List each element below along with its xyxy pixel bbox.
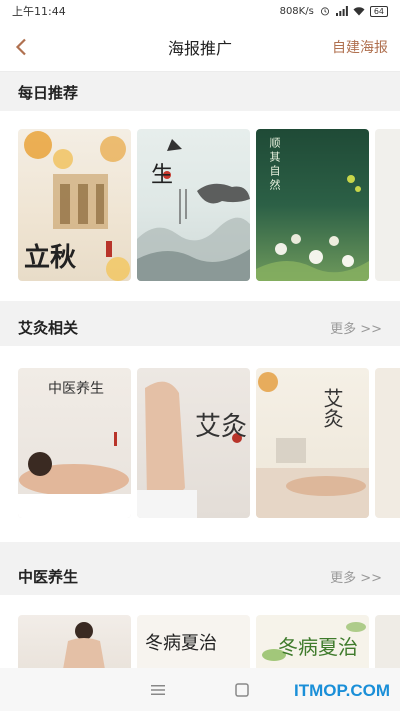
poster-text: 冬病夏治 xyxy=(145,633,217,654)
poster-natural[interactable]: 顺其自然 xyxy=(256,129,369,281)
poster-text: 立秋 xyxy=(24,243,77,273)
poster-liqiu[interactable]: 立秋 xyxy=(18,129,131,281)
status-bar: 上午11:44 808K/s 64 xyxy=(0,0,400,22)
poster-tcm-2[interactable]: 冬病夏治 xyxy=(137,615,250,668)
more-link-tcm[interactable]: 更多 >> xyxy=(330,567,382,586)
poster-tcm-1[interactable] xyxy=(18,615,131,668)
poster-text: 顺其自然 xyxy=(268,137,281,193)
page-title: 海报推广 xyxy=(167,38,232,58)
poster-text: 艾灸 xyxy=(195,412,248,442)
poster-moxa-1[interactable]: 中医养生 xyxy=(18,368,131,518)
status-time: 上午11:44 xyxy=(12,5,66,18)
section-header-daily: 每日推荐 xyxy=(0,73,400,111)
poster-tcm-3[interactable]: 冬病夏治 xyxy=(256,615,369,668)
home-icon[interactable] xyxy=(235,682,249,697)
status-icons: 808K/s 64 xyxy=(279,5,388,17)
poster-partial[interactable] xyxy=(375,129,400,281)
poster-row-daily: 立秋 生 顺其自然 xyxy=(0,111,400,301)
poster-moxa-3[interactable]: 艾灸 xyxy=(256,368,369,518)
alarm-icon xyxy=(320,7,329,16)
section-title: 中医养生 xyxy=(18,567,79,586)
menu-icon[interactable] xyxy=(151,684,165,696)
section-header-moxa: 艾灸相关 更多 >> xyxy=(0,308,400,346)
poster-row-tcm: 冬病夏治 冬病夏治 xyxy=(0,595,400,668)
section-header-tcm: 中医养生 更多 >> xyxy=(0,557,400,595)
poster-row-moxa: 中医养生 艾灸 艾灸 xyxy=(0,346,400,542)
poster-text: 生 xyxy=(151,163,174,188)
watermark: ITMOP.COM xyxy=(293,681,390,700)
section-title: 艾灸相关 xyxy=(18,318,79,337)
network-speed: 808K/s xyxy=(279,5,314,17)
poster-text: 艾灸 xyxy=(320,388,344,428)
spa-illustration xyxy=(256,372,369,518)
chevron-left-icon xyxy=(15,38,26,56)
back-button[interactable] xyxy=(6,30,36,64)
section-title: 每日推荐 xyxy=(18,83,79,102)
woman-back-illustration xyxy=(137,381,242,518)
signal-icon xyxy=(335,6,348,16)
poster-text: 中医养生 xyxy=(48,381,104,397)
wifi-icon xyxy=(353,7,365,16)
ink-mountain-illustration xyxy=(137,139,250,281)
woman-back-illustration xyxy=(63,622,105,668)
poster-partial[interactable] xyxy=(375,615,400,668)
create-poster-button[interactable]: 自建海报 xyxy=(332,37,388,57)
poster-moxa-2[interactable]: 艾灸 xyxy=(137,368,250,518)
poster-ink-landscape[interactable]: 生 xyxy=(137,129,250,281)
nav-bar: 海报推广 自建海报 xyxy=(0,22,400,72)
battery-icon: 64 xyxy=(369,5,388,17)
poster-partial[interactable] xyxy=(375,368,400,518)
poster-text: 冬病夏治 xyxy=(278,635,358,659)
more-link-moxa[interactable]: 更多 >> xyxy=(330,318,382,337)
